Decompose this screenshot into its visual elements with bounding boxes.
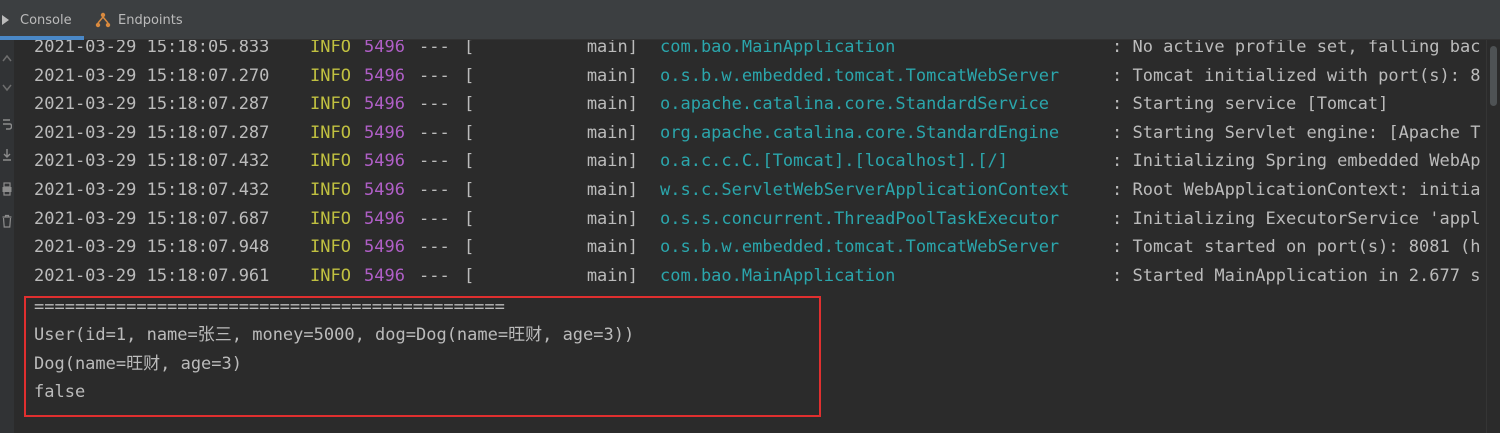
console-icon xyxy=(1,14,13,26)
log-message: : Tomcat started on port(s): 8081 (h xyxy=(1112,237,1481,258)
log-sep: --- xyxy=(419,237,450,258)
arrow-down-icon xyxy=(2,82,12,92)
log-timestamp: 2021-03-29 15:18:07.961 xyxy=(34,265,270,286)
log-line: 2021-03-29 15:18:07.287 INFO 5496 --- [ main… xyxy=(34,119,1486,147)
log-logger: o.a.c.c.C.[Tomcat].[localhost].[/] xyxy=(660,151,1008,172)
log-sep: --- xyxy=(419,151,450,172)
log-thread: [ main] xyxy=(464,94,638,115)
vertical-scrollbar[interactable] xyxy=(1486,40,1500,433)
log-logger: o.s.b.w.embedded.tomcat.TomcatWebServer xyxy=(660,65,1060,86)
log-logger: com.bao.MainApplication xyxy=(660,40,896,57)
trash-icon xyxy=(2,214,12,228)
log-level: INFO xyxy=(310,122,351,143)
log-thread: [ main] xyxy=(464,151,638,172)
log-pid: 5496 xyxy=(364,208,405,229)
log-level: INFO xyxy=(310,151,351,172)
log-pid: 5496 xyxy=(364,180,405,200)
scroll-down-button[interactable] xyxy=(0,76,14,98)
log-sep: --- xyxy=(419,94,450,115)
log-pid: 5496 xyxy=(364,265,405,286)
log-sep: --- xyxy=(419,40,450,57)
tab-endpoints-label: Endpoints xyxy=(118,12,183,28)
log-timestamp: 2021-03-29 15:18:07.687 xyxy=(34,208,270,229)
log-logger: o.apache.catalina.core.StandardService xyxy=(660,94,1049,115)
console-toolbar xyxy=(0,40,14,433)
log-level: INFO xyxy=(310,265,351,286)
log-level: INFO xyxy=(310,237,351,258)
log-line: 2021-03-29 15:18:07.270 INFO 5496 --- [ main… xyxy=(34,62,1486,90)
log-thread: [ main] xyxy=(464,40,638,57)
log-timestamp: 2021-03-29 15:18:07.270 xyxy=(34,65,270,86)
tool-window-tab-bar: Console Endpoints xyxy=(0,0,1500,40)
output-highlight-box xyxy=(24,296,821,417)
scroll-to-end-button[interactable] xyxy=(0,144,14,166)
print-icon xyxy=(2,182,12,196)
log-line: 2021-03-29 15:18:05.833 INFO 5496 --- [ main… xyxy=(34,40,1486,61)
log-sep: --- xyxy=(419,180,450,200)
scroll-up-button[interactable] xyxy=(0,48,14,70)
log-message: : Root WebApplicationContext: initia xyxy=(1112,180,1481,200)
log-sep: --- xyxy=(419,208,450,229)
log-timestamp: 2021-03-29 15:18:05.833 xyxy=(34,40,270,57)
log-level: INFO xyxy=(310,94,351,115)
log-message: : Started MainApplication in 2.677 s xyxy=(1112,265,1481,286)
log-level: INFO xyxy=(310,208,351,229)
log-logger: o.s.s.concurrent.ThreadPoolTaskExecutor xyxy=(660,208,1060,229)
log-pid: 5496 xyxy=(364,122,405,143)
log-level: INFO xyxy=(310,180,351,200)
tab-console-label: Console xyxy=(20,12,72,28)
log-logger: o.s.b.w.embedded.tomcat.TomcatWebServer xyxy=(660,237,1060,258)
log-line: 2021-03-29 15:18:07.948 INFO 5496 --- [ main… xyxy=(34,233,1486,261)
log-sep: --- xyxy=(419,65,450,86)
clear-all-button[interactable] xyxy=(0,210,14,232)
log-logger: w.s.c.ServletWebServerApplicationContext xyxy=(660,180,1070,200)
log-logger: org.apache.catalina.core.StandardEngine xyxy=(660,122,1060,143)
log-thread: [ main] xyxy=(464,122,638,143)
log-line: 2021-03-29 15:18:07.687 INFO 5496 --- [ main… xyxy=(34,205,1486,233)
log-message: : Tomcat initialized with port(s): 8 xyxy=(1112,65,1481,86)
log-pid: 5496 xyxy=(364,65,405,86)
log-message: : Initializing Spring embedded WebAp xyxy=(1112,151,1481,172)
log-sep: --- xyxy=(419,122,450,143)
log-timestamp: 2021-03-29 15:18:07.287 xyxy=(34,94,270,115)
log-logger: com.bao.MainApplication xyxy=(660,265,896,286)
soft-wrap-icon xyxy=(2,118,12,132)
log-thread: [ main] xyxy=(464,65,638,86)
log-message: : Starting Servlet engine: [Apache T xyxy=(1112,122,1481,143)
log-thread: [ main] xyxy=(464,208,638,229)
log-timestamp: 2021-03-29 15:18:07.432 xyxy=(34,180,270,200)
tab-endpoints[interactable]: Endpoints xyxy=(95,0,195,40)
log-pid: 5496 xyxy=(364,94,405,115)
log-line: 2021-03-29 15:18:07.432 INFO 5496 --- [ main… xyxy=(34,176,1486,204)
print-button[interactable] xyxy=(0,178,14,200)
log-level: INFO xyxy=(310,40,351,57)
log-timestamp: 2021-03-29 15:18:07.948 xyxy=(34,237,270,258)
log-message: : No active profile set, falling bac xyxy=(1112,40,1481,57)
scroll-to-end-icon xyxy=(2,148,12,162)
log-timestamp: 2021-03-29 15:18:07.432 xyxy=(34,151,270,172)
log-thread: [ main] xyxy=(464,237,638,258)
tab-console[interactable]: Console xyxy=(0,0,84,40)
log-thread: [ main] xyxy=(464,265,638,286)
endpoints-icon xyxy=(95,12,111,28)
log-pid: 5496 xyxy=(364,151,405,172)
log-line: 2021-03-29 15:18:07.287 INFO 5496 --- [ main… xyxy=(34,90,1486,118)
log-pid: 5496 xyxy=(364,237,405,258)
log-timestamp: 2021-03-29 15:18:07.287 xyxy=(34,122,270,143)
scrollbar-thumb[interactable] xyxy=(1490,46,1497,106)
soft-wrap-button[interactable] xyxy=(0,114,14,136)
log-message: : Initializing ExecutorService 'appl xyxy=(1112,208,1481,229)
log-line: 2021-03-29 15:18:07.432 INFO 5496 --- [ main… xyxy=(34,147,1486,175)
log-pid: 5496 xyxy=(364,40,405,57)
arrow-up-icon xyxy=(2,54,12,64)
log-line: 2021-03-29 15:18:07.961 INFO 5496 --- [ main… xyxy=(34,262,1486,290)
log-message: : Starting service [Tomcat] xyxy=(1112,94,1389,115)
log-level: INFO xyxy=(310,65,351,86)
log-thread: [ main] xyxy=(464,180,638,200)
log-sep: --- xyxy=(419,265,450,286)
